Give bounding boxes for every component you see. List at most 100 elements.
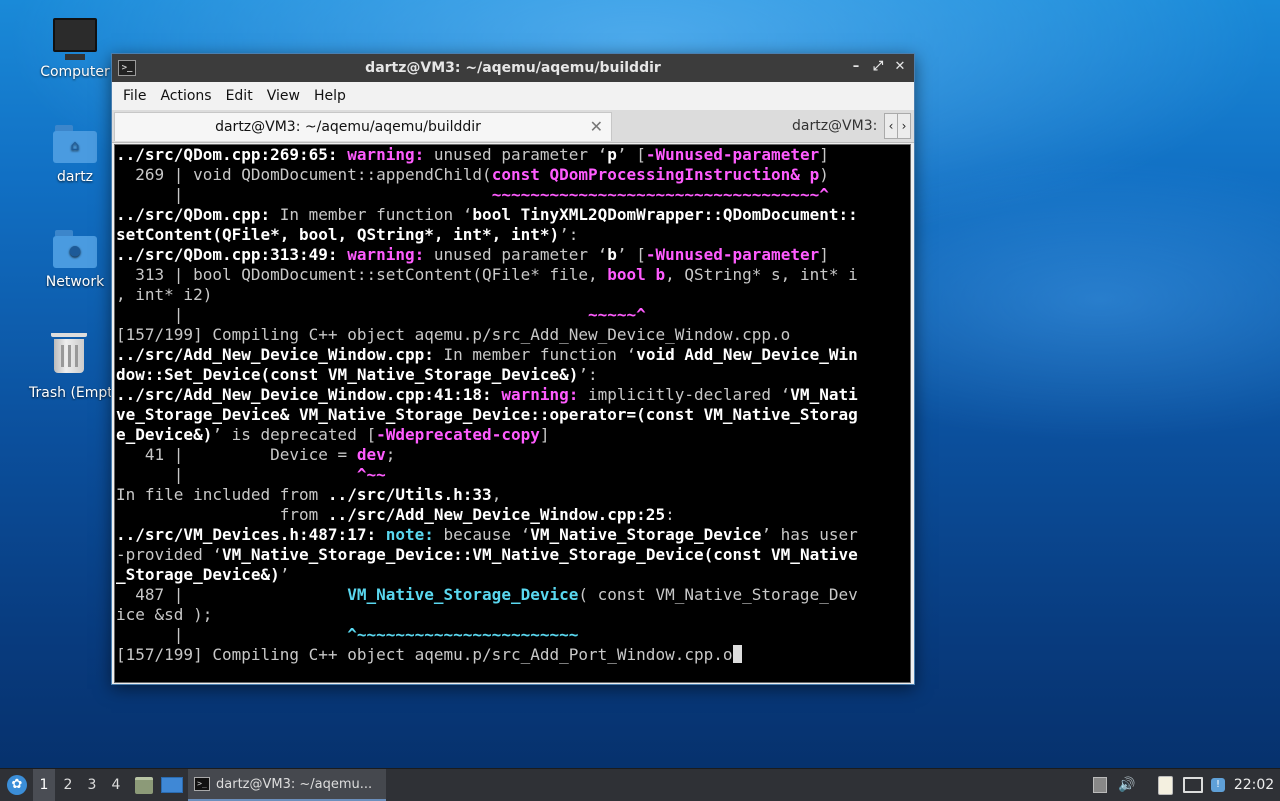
clipboard-icon[interactable] [1155,769,1175,801]
terminal-segment: _Storage_Device&) [116,565,280,584]
terminal-segment: 269 | void QDomDocument::appendChild( [116,165,492,184]
file-manager-launcher-icon[interactable] [132,769,156,801]
workspace-4[interactable]: 4 [105,769,127,801]
terminal-line: ../src/QDom.cpp:269:65: warning: unused … [116,145,910,165]
workspace-2[interactable]: 2 [57,769,79,801]
terminal-line: [157/199] Compiling C++ object aqemu.p/s… [116,645,910,665]
tab-terminal-1[interactable]: dartz@VM3: ~/aqemu/aqemu/builddir ✕ [114,112,612,141]
terminal-icon: >_ [194,777,210,791]
terminal-segment: ] [539,425,550,444]
terminal-segment: -Wunused-parameter [645,245,820,264]
terminal-segment: | [116,625,348,644]
workspace-3[interactable]: 3 [81,769,103,801]
start-menu-button[interactable]: ✿ [4,769,30,801]
update-notifier-icon[interactable]: ! [1208,769,1228,801]
terminal-line: e_Device&)’ is deprecated [-Wdeprecated-… [116,425,910,445]
taskbar-task-terminal[interactable]: >_ dartz@VM3: ~/aqemu... [188,769,386,801]
terminal-segment: ^~~ [356,465,386,484]
terminal-segment: , int* i2) [116,285,213,304]
terminal-segment: note: [385,525,434,544]
workspace-1[interactable]: 1 [33,769,55,801]
terminal-line: ice &sd ); [116,605,910,625]
menubar: File Actions Edit View Help [112,82,914,110]
terminal-segment: 487 | [116,585,348,604]
menu-file[interactable]: File [116,88,153,104]
terminal-line: | ~~~~~^ [116,305,910,325]
menu-edit[interactable]: Edit [219,88,260,104]
terminal-segment: ^~~~~~~~~~~~~~~~~~~~~~~~ [347,625,579,644]
terminal-segment: void Add_New_Device_Win [636,345,858,364]
terminal-segment: | [116,465,357,484]
terminal-segment: because ‘ [433,525,531,544]
tab-scroll-right-button[interactable]: › [897,113,911,139]
terminal-line: | ^~~ [116,465,910,485]
terminal-line: ve_Storage_Device& VM_Native_Storage_Dev… [116,405,910,425]
terminal-segment: ../src/VM_Devices.h:487:17: [116,525,386,544]
terminal-line: ../src/VM_Devices.h:487:17: note: becaus… [116,525,910,545]
desktop-icon-label: dartz [56,169,94,185]
terminal-segment: : [665,505,675,524]
terminal-segment: bool b [607,265,666,284]
tab-scroll-left-button[interactable]: ‹ [884,113,898,139]
terminal-segment: -Wunused-parameter [645,145,820,164]
terminal-segment: ~~~~~~~~~~~~~~~~~~~~~~~~~~~~~~~~~~^ [491,185,829,204]
terminal-segment: dow::Set_Device(const VM_Native_Storage_… [116,365,579,384]
desktop-icon-network[interactable]: ● Network [27,228,123,290]
volume-icon[interactable]: 🔊 [1116,769,1138,801]
terminal-segment: In member function ‘ [270,205,473,224]
desktop-icon-trash[interactable]: Trash (Empty) [27,333,111,401]
terminal-line: | ^~~~~~~~~~~~~~~~~~~~~~~~ [116,625,910,645]
terminal-line: 41 | Device = dev; [116,445,910,465]
terminal-segment: from [116,505,328,524]
menu-view[interactable]: View [260,88,307,104]
terminal-segment: ../src/Add_New_Device_Window.cpp: [116,345,434,364]
menu-help[interactable]: Help [307,88,353,104]
terminal-segment: ] [819,145,829,164]
terminal-segment: 41 | Device = [116,445,357,464]
terminal-line: ../src/Add_New_Device_Window.cpp:41:18: … [116,385,910,405]
window-titlebar[interactable]: >_ dartz@VM3: ~/aqemu/aqemu/builddir – ⤢… [112,54,914,82]
clock[interactable]: 22:02 [1232,769,1276,801]
terminal-segment: unused parameter ‘ [424,145,608,164]
desktop-icon-label: Trash (Empty) [29,385,111,401]
terminal-segment: ../src/QDom.cpp:269:65: [116,145,348,164]
tab-close-icon[interactable]: ✕ [590,117,603,136]
terminal-segment: implicitly-declared ‘ [578,385,791,404]
terminal-cursor [732,645,742,663]
maximize-button[interactable]: ⤢ [870,58,886,76]
desktop-icon-home[interactable]: ⌂ dartz [27,123,123,185]
terminal-line: _Storage_Device&)’ [116,565,910,585]
trash-icon [47,333,91,379]
close-button[interactable]: ✕ [892,58,908,76]
terminal-segment: ../src/Utils.h:33 [327,485,492,504]
eject-icon[interactable] [1090,769,1110,801]
terminal-text: ../src/QDom.cpp:269:65: warning: unused … [115,145,910,665]
terminal-segment: p [607,145,617,164]
terminal-line: 269 | void QDomDocument::appendChild(con… [116,165,910,185]
terminal-segment: ../src/QDom.cpp: [116,205,271,224]
desktop-icon-computer[interactable]: Computer [27,18,123,80]
terminal-segment: ’ has user [761,525,858,544]
terminal-segment: ~~~~~^ [588,305,646,324]
terminal-segment: ’ [ [616,145,646,164]
terminal-segment: VM_Native_Storage_Device [347,585,579,604]
terminal-segment: ’ [ [616,245,646,264]
menu-actions[interactable]: Actions [153,88,218,104]
terminal-line: 313 | bool QDomDocument::setContent(QFil… [116,265,910,285]
terminal-line: | ~~~~~~~~~~~~~~~~~~~~~~~~~~~~~~~~~~^ [116,185,910,205]
tab-terminal-2[interactable]: dartz@VM3: ~/aqemu/aqemu/builddir [792,118,880,134]
network-folder-icon: ● [53,228,97,268]
terminal-segment: -provided ‘ [116,545,222,564]
terminal-segment: -Wdeprecated-copy [376,425,540,444]
show-desktop-icon[interactable] [160,769,184,801]
minimize-button[interactable]: – [848,58,864,76]
terminal-line: -provided ‘VM_Native_Storage_Device::VM_… [116,545,910,565]
network-status-icon[interactable] [1182,769,1204,801]
terminal-segment: const QDomProcessingInstruction& p [491,165,820,184]
terminal-segment: | [116,185,492,204]
terminal-segment: ’ [279,565,290,584]
terminal-segment: | [116,305,589,324]
terminal-segment: ’ is deprecated [ [212,425,377,444]
window-title: dartz@VM3: ~/aqemu/aqemu/builddir [365,60,661,76]
terminal-output[interactable]: ../src/QDom.cpp:269:65: warning: unused … [114,144,911,683]
